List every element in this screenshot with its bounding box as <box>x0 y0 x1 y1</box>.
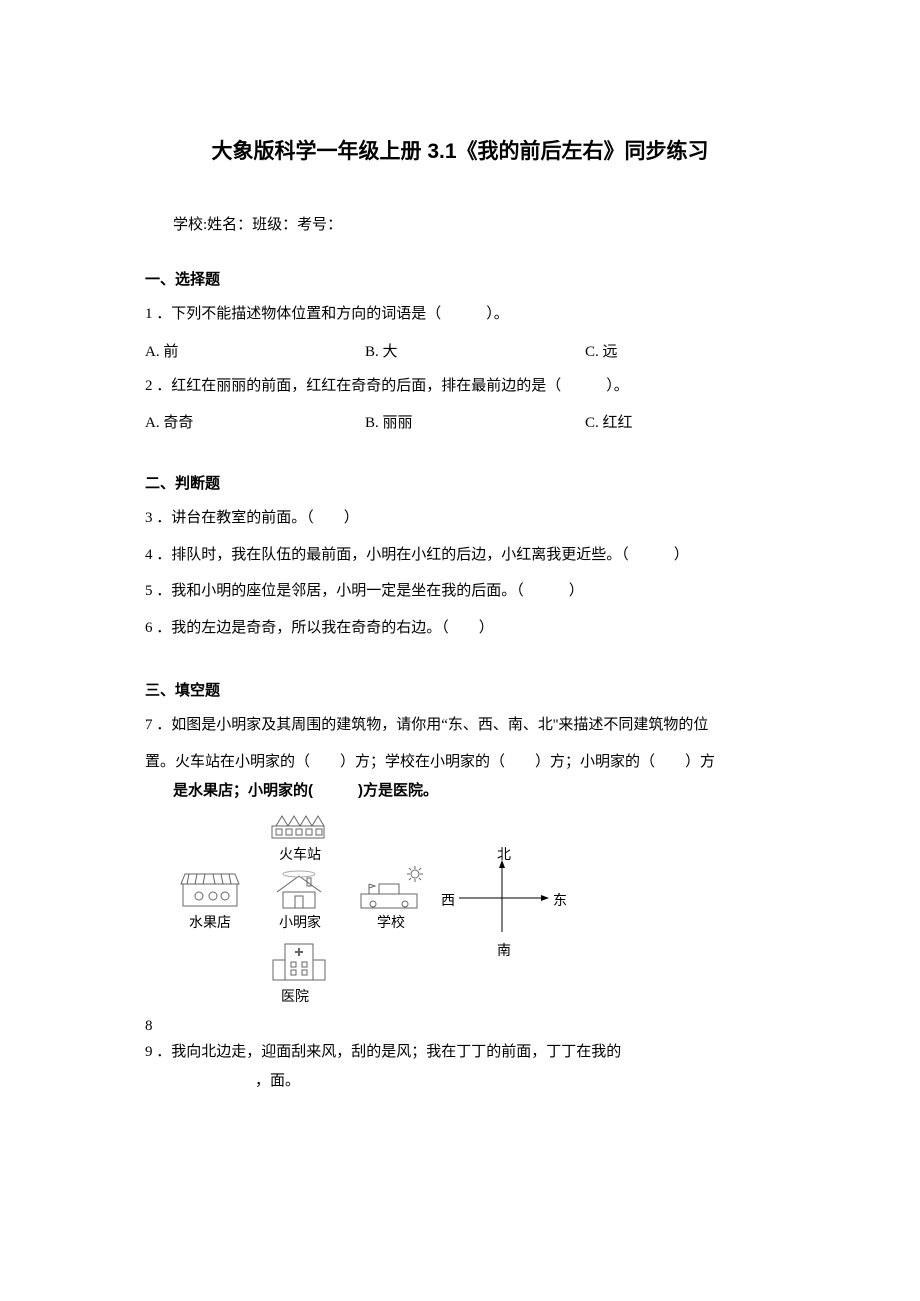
compass-east-label: 东 <box>553 890 567 910</box>
question-7-line3: 是水果店；小明家的( )方是医院。 <box>173 779 775 800</box>
question-9-line1: 9 ．我向北边走，迎面刮来风，刮的是风；我在丁丁的前面，丁丁在我的 <box>145 1041 775 1064</box>
question-9-line2: ，面。 <box>255 1070 775 1093</box>
question-1-options: A. 前 B. 大 C. 远 <box>145 340 775 361</box>
school-label: 学校 <box>377 912 405 932</box>
home-icon <box>271 870 327 917</box>
q1-option-c: C. 远 <box>585 340 745 361</box>
hospital-label: 医院 <box>281 986 309 1006</box>
school-icon <box>359 864 429 917</box>
q2-option-b: B. 丽丽 <box>365 411 585 432</box>
train-station-icon <box>268 808 328 847</box>
student-info-line: 学校:姓名：班级：考号： <box>173 213 775 234</box>
fruit-shop-icon <box>179 870 241 915</box>
question-7-line1: 7 ．如图是小明家及其周围的建筑物，请你用“东、西、南、北''来描述不同建筑物的… <box>145 714 775 737</box>
compass-west-label: 西 <box>441 890 455 910</box>
hospital-icon <box>269 940 329 989</box>
home-label: 小明家 <box>279 912 321 932</box>
question-1-text: 1 ．下列不能描述物体位置和方向的词语是（ ）。 <box>145 303 775 326</box>
question-6: 6 ．我的左边是奇奇，所以我在奇奇的右边。（ ） <box>145 617 775 640</box>
question-5: 5 ．我和小明的座位是邻居，小明一定是坐在我的后面。（ ） <box>145 580 775 603</box>
train-station-label: 火车站 <box>279 844 321 864</box>
compass-south-label: 南 <box>497 940 511 960</box>
question-3: 3 ．讲台在教室的前面。（ ） <box>145 507 775 530</box>
q2-option-c: C. 红红 <box>585 411 745 432</box>
q1-option-b: B. 大 <box>365 340 585 361</box>
question-2-options: A. 奇奇 B. 丽丽 C. 红红 <box>145 411 775 432</box>
section-1-heading: 一、选择题 <box>145 268 775 289</box>
q1-option-a: A. 前 <box>145 340 365 361</box>
question-7-figure: 火车站 水果店 <box>173 808 775 1024</box>
question-4: 4 ．排队时，我在队伍的最前面，小明在小红的后边，小红离我更近些。（ ） <box>145 544 775 567</box>
worksheet-page: 大象版科学一年级上册 3.1《我的前后左右》同步练习 学校:姓名：班级：考号： … <box>0 0 920 1301</box>
question-2-text: 2 ．红红在丽丽的前面，红红在奇奇的后面，排在最前边的是（ ）。 <box>145 375 775 398</box>
question-7-line2: 置。火车站在小明家的（ ）方；学校在小明家的（ ）方；小明家的（ ）方 <box>145 751 775 774</box>
fruit-shop-label: 水果店 <box>189 912 231 932</box>
page-title: 大象版科学一年级上册 3.1《我的前后左右》同步练习 <box>145 135 775 165</box>
section-2-heading: 二、判断题 <box>145 472 775 493</box>
q2-option-a: A. 奇奇 <box>145 411 365 432</box>
compass-icon <box>447 854 557 947</box>
section-3-heading: 三、填空题 <box>145 679 775 700</box>
compass-north-label: 北 <box>497 844 511 864</box>
